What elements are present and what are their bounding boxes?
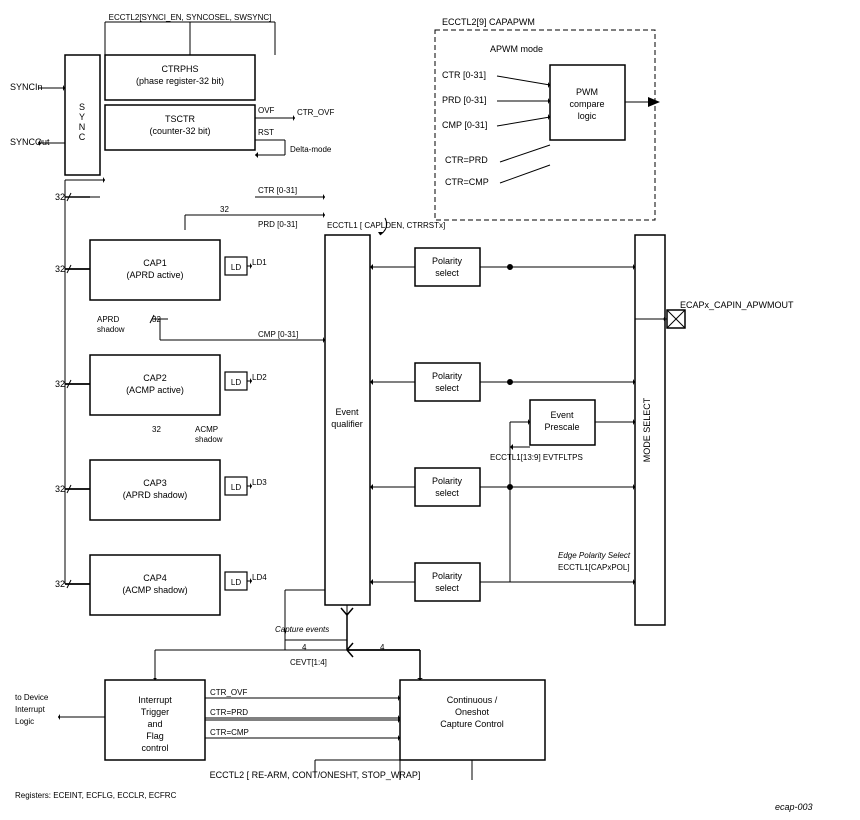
svg-text:LD2: LD2 [252,373,267,382]
svg-text:32: 32 [55,484,65,494]
svg-text:CMP [0-31]: CMP [0-31] [258,330,298,339]
svg-text:4: 4 [302,643,307,652]
svg-text:Flag: Flag [146,731,164,741]
svg-text:Delta-mode: Delta-mode [290,145,332,154]
svg-text:control: control [141,743,168,753]
svg-text:32: 32 [55,379,65,389]
svg-text:select: select [435,488,459,498]
svg-text:APRD: APRD [97,315,119,324]
diagram: S Y N C CTRPHS (phase register-32 bit) T… [0,0,860,820]
svg-text:select: select [435,268,459,278]
svg-text:(APRD active): (APRD active) [126,270,183,280]
svg-text:CAP1: CAP1 [143,258,167,268]
svg-text:CAP4: CAP4 [143,573,167,583]
svg-text:32: 32 [55,264,65,274]
svg-text:select: select [435,583,459,593]
svg-text:CTR=CMP: CTR=CMP [445,177,489,187]
svg-text:LD: LD [231,378,241,387]
svg-text:MODE SELECT: MODE SELECT [642,397,652,462]
svg-text:ECCTL2[SYNCI_EN, SYNCOSEL, SWS: ECCTL2[SYNCI_EN, SYNCOSEL, SWSYNC] [109,13,272,22]
svg-text:Polarity: Polarity [432,476,463,486]
svg-text:Capture events: Capture events [275,625,329,634]
svg-text:(APRD shadow): (APRD shadow) [123,490,188,500]
svg-text:Event: Event [550,410,574,420]
svg-text:CTR=PRD: CTR=PRD [445,155,488,165]
svg-text:RST: RST [258,128,274,137]
svg-text:shadow: shadow [195,435,223,444]
svg-text:Registers: ECEINT, ECFLG, ECC: Registers: ECEINT, ECFLG, ECCLR, ECFRC [15,791,177,800]
svg-text:CEVT[1:4]: CEVT[1:4] [290,658,327,667]
svg-text:(ACMP active): (ACMP active) [126,385,184,395]
svg-text:shadow: shadow [97,325,125,334]
svg-text:CMP [0-31]: CMP [0-31] [442,120,487,130]
svg-text:to Device: to Device [15,693,49,702]
svg-text:Continuous /: Continuous / [447,695,498,705]
svg-text:compare: compare [569,99,604,109]
svg-text:APWM mode: APWM mode [490,44,543,54]
svg-text:LD: LD [231,578,241,587]
diagram-svg: S Y N C CTRPHS (phase register-32 bit) T… [0,0,860,820]
svg-text:ecap-003: ecap-003 [775,802,813,812]
svg-text:CAP3: CAP3 [143,478,167,488]
svg-text:SYNCIn: SYNCIn [10,82,43,92]
svg-text:Interrupt: Interrupt [138,695,172,705]
svg-text:SYNCOut: SYNCOut [10,137,50,147]
svg-text:S: S [79,102,85,112]
svg-text:CTR=CMP: CTR=CMP [210,728,249,737]
svg-text:Logic: Logic [15,717,34,726]
svg-text:(phase register-32 bit): (phase register-32 bit) [136,76,224,86]
svg-text:LD: LD [231,483,241,492]
svg-text:C: C [79,132,86,142]
svg-text:Polarity: Polarity [432,371,463,381]
svg-text:CAP2: CAP2 [143,373,167,383]
svg-text:ECCTL1[13:9] EVTFLTPS: ECCTL1[13:9] EVTFLTPS [490,453,583,462]
svg-text:LD4: LD4 [252,573,267,582]
svg-text:TSCTR: TSCTR [165,114,195,124]
svg-text:CTRPHS: CTRPHS [161,64,198,74]
svg-text:Edge Polarity Select: Edge Polarity Select [558,551,631,560]
svg-text:qualifier: qualifier [331,419,363,429]
svg-text:LD: LD [231,263,241,272]
svg-text:CTR_OVF: CTR_OVF [297,108,334,117]
svg-text:N: N [79,122,86,132]
svg-text:Capture Control: Capture Control [440,719,504,729]
svg-text:OVF: OVF [258,106,275,115]
svg-text:Polarity: Polarity [432,256,463,266]
svg-text:PWM: PWM [576,87,598,97]
svg-text:32: 32 [152,425,161,434]
svg-text:Oneshot: Oneshot [455,707,490,717]
svg-text:Interrupt: Interrupt [15,705,46,714]
svg-text:Event: Event [335,407,359,417]
svg-text:(counter-32 bit): (counter-32 bit) [149,126,210,136]
svg-text:ECCTL1[CAPxPOL]: ECCTL1[CAPxPOL] [558,563,630,572]
svg-text:CTR_OVF: CTR_OVF [210,688,247,697]
svg-text:32: 32 [55,192,65,202]
svg-text:32: 32 [55,579,65,589]
svg-text:and: and [147,719,162,729]
svg-text:PRD [0-31]: PRD [0-31] [258,220,298,229]
svg-text:ACMP: ACMP [195,425,218,434]
svg-text:Y: Y [79,112,85,122]
svg-text:Trigger: Trigger [141,707,169,717]
svg-text:CTR [0-31]: CTR [0-31] [258,186,297,195]
svg-text:(ACMP shadow): (ACMP shadow) [122,585,187,595]
svg-text:Polarity: Polarity [432,571,463,581]
svg-text:CTR [0-31]: CTR [0-31] [442,70,486,80]
svg-text:logic: logic [578,111,597,121]
svg-text:32: 32 [220,205,229,214]
svg-text:CTR=PRD: CTR=PRD [210,708,248,717]
svg-text:PRD [0-31]: PRD [0-31] [442,95,487,105]
svg-text:ECCTL2[9] CAPAPWM: ECCTL2[9] CAPAPWM [442,17,535,27]
svg-text:select: select [435,383,459,393]
svg-text:LD1: LD1 [252,258,267,267]
svg-text:ECAPx_CAPIN_APWMOUT: ECAPx_CAPIN_APWMOUT [680,300,794,310]
svg-text:LD3: LD3 [252,478,267,487]
svg-text:Prescale: Prescale [544,422,579,432]
